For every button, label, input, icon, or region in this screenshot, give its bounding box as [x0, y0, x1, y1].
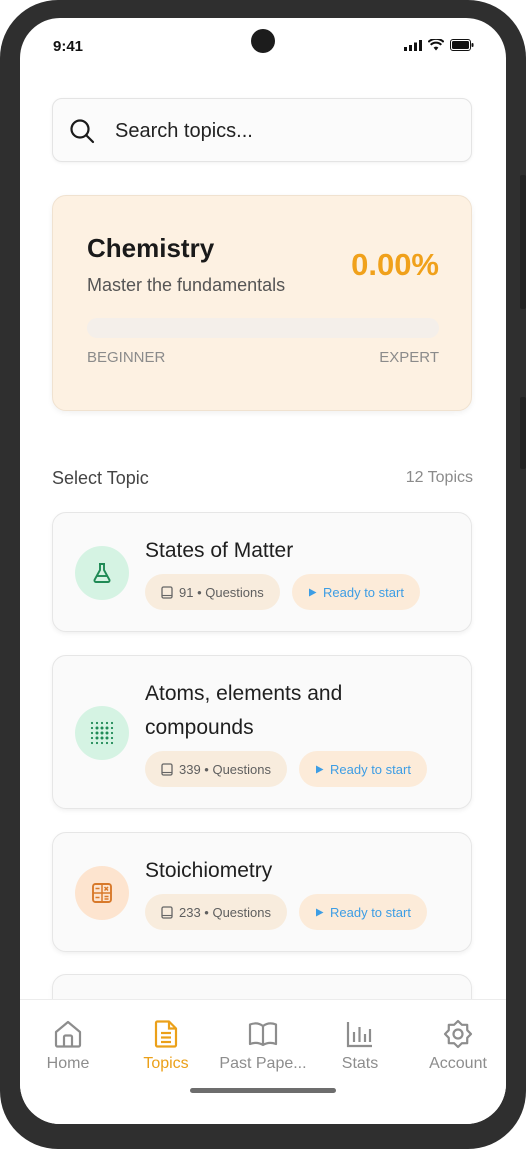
- status-chip[interactable]: Ready to start: [299, 751, 427, 787]
- battery-icon: [450, 39, 474, 51]
- course-progress-card[interactable]: Chemistry Master the fundamentals 0.00% …: [52, 195, 472, 411]
- status-icons: [404, 39, 474, 51]
- volume-button: [520, 397, 526, 469]
- app-screen: 9:41 Search topics... Chemistry Master t…: [20, 18, 506, 1124]
- topic-name: States of Matter: [145, 539, 294, 562]
- topic-name: Atoms, elements and compounds: [145, 682, 343, 739]
- question-count: 339 • Questions: [179, 761, 271, 777]
- question-count: 233 • Questions: [179, 904, 271, 920]
- level-start-label: BEGINNER: [87, 349, 166, 366]
- course-title: Chemistry: [87, 233, 215, 263]
- phone-frame: 9:41 Search topics... Chemistry Master t…: [0, 0, 526, 1149]
- nav-past-papers-label: Past Pape...: [219, 1055, 307, 1072]
- question-count-chip: 233 • Questions: [145, 894, 287, 930]
- topic-card[interactable]: Stoichiometry 233 • Questions Ready to s…: [52, 832, 472, 952]
- front-camera: [251, 29, 275, 53]
- atom-grid-icon: [90, 721, 114, 745]
- wifi-icon: [428, 39, 444, 51]
- nav-account[interactable]: Account: [413, 1018, 503, 1073]
- home-indicator: [190, 1088, 336, 1093]
- nav-topics-label: Topics: [143, 1055, 189, 1072]
- level-end-label: EXPERT: [379, 349, 439, 366]
- question-count-chip: 339 • Questions: [145, 751, 287, 787]
- status-label: Ready to start: [330, 904, 411, 920]
- signal-icon: [404, 39, 422, 51]
- nav-past-papers[interactable]: Past Pape...: [218, 1018, 308, 1073]
- book-icon: [161, 905, 173, 919]
- course-subtitle: Master the fundamentals: [87, 275, 286, 295]
- status-time: 9:41: [53, 38, 84, 55]
- bottom-nav: Home Topics Past Pape... Stats Account: [20, 999, 506, 1124]
- book-icon: [248, 1022, 278, 1047]
- nav-home-label: Home: [46, 1055, 90, 1072]
- calculator-icon: [92, 883, 112, 903]
- search-bar[interactable]: [52, 98, 472, 162]
- home-icon: [54, 1020, 82, 1048]
- question-count: 91 • Questions: [179, 584, 264, 600]
- topic-card[interactable]: States of Matter 91 • Questions Ready to…: [52, 512, 472, 632]
- nav-stats[interactable]: Stats: [315, 1018, 405, 1073]
- atom-grid-icon-badge: [75, 706, 129, 760]
- nav-stats-label: Stats: [341, 1055, 379, 1072]
- nav-topics[interactable]: Topics: [121, 1018, 211, 1073]
- status-label: Ready to start: [323, 584, 404, 600]
- flask-icon: [93, 563, 111, 583]
- gear-icon: [443, 1019, 473, 1049]
- nav-account-label: Account: [429, 1055, 487, 1072]
- course-progress-percent: 0.00%: [351, 247, 439, 282]
- bar-chart-icon: [346, 1022, 372, 1048]
- status-chip[interactable]: Ready to start: [299, 894, 427, 930]
- topic-card[interactable]: Atoms, elements and compounds 339 • Ques…: [52, 655, 472, 809]
- search-input[interactable]: [113, 115, 457, 147]
- status-label: Ready to start: [330, 761, 411, 777]
- search-icon: [70, 119, 95, 144]
- nav-home[interactable]: Home: [23, 1018, 113, 1073]
- calculator-icon-badge: [75, 866, 129, 920]
- flask-icon-badge: [75, 546, 129, 600]
- play-icon: [316, 765, 324, 773]
- question-count-chip: 91 • Questions: [145, 574, 280, 610]
- topic-name: Stoichiometry: [145, 859, 273, 882]
- document-icon: [154, 1020, 178, 1048]
- topics-count: 12 Topics: [405, 469, 473, 486]
- book-icon: [161, 762, 173, 776]
- play-icon: [316, 908, 324, 916]
- play-icon: [309, 588, 317, 596]
- section-title: Select Topic: [52, 468, 149, 488]
- book-icon: [161, 585, 173, 599]
- power-button: [520, 175, 526, 309]
- status-chip[interactable]: Ready to start: [292, 574, 420, 610]
- course-progress-bar: [87, 318, 439, 338]
